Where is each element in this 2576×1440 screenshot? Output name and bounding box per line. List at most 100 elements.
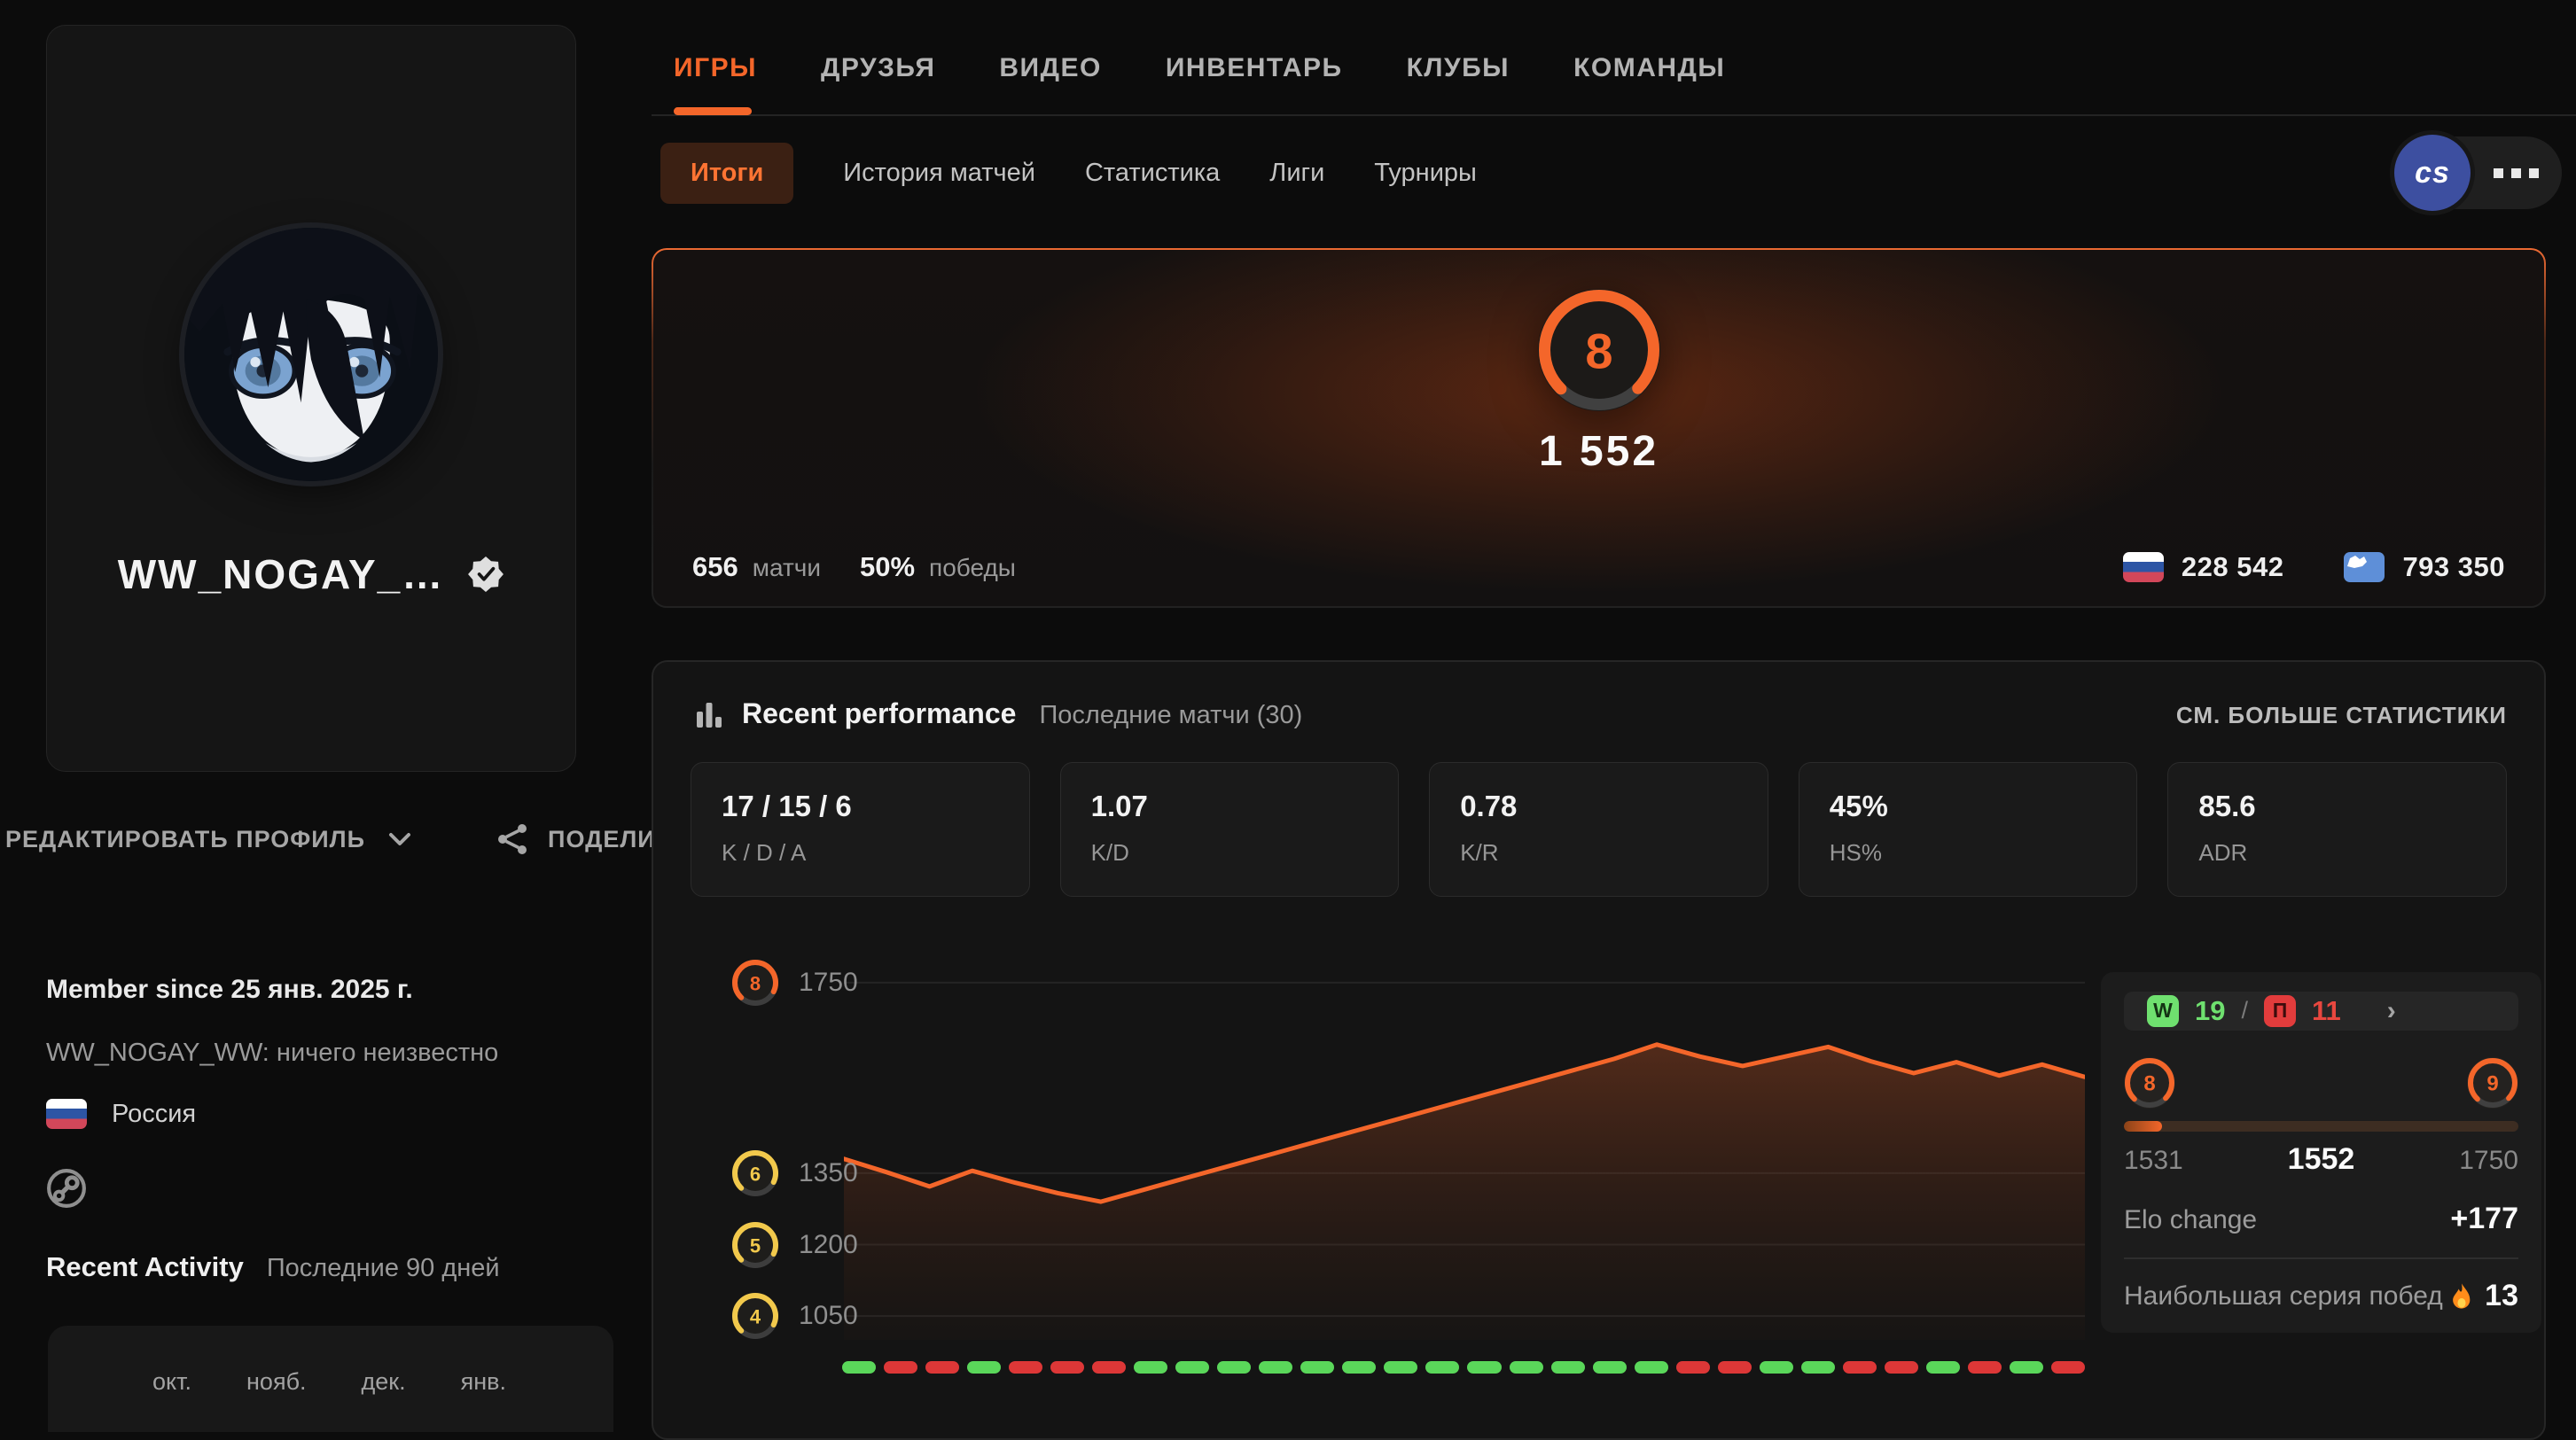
share-icon	[496, 823, 528, 855]
month-label: нояб.	[246, 1368, 307, 1396]
elo-range-row: 1531 1552 1750	[2124, 1142, 2518, 1177]
win-tick	[1300, 1361, 1334, 1374]
loss-tick	[1676, 1361, 1710, 1374]
elo-change-value: +177	[2450, 1202, 2518, 1236]
elo-line-chart	[844, 959, 2085, 1340]
win-tick	[1217, 1361, 1251, 1374]
nav-tab[interactable]: КЛУБЫ	[1407, 53, 1510, 89]
elo-card-footer: 656матчи 50%победы 228 542 793 350	[692, 551, 2505, 583]
level-4-icon: 4	[731, 1292, 779, 1340]
recent-activity-title: Recent Activity	[46, 1251, 244, 1283]
chart-y-tick: 61350	[731, 1149, 858, 1197]
range-min: 1531	[2124, 1146, 2183, 1176]
avatar[interactable]	[184, 228, 438, 481]
sub-nav-tab[interactable]: Турниры	[1374, 159, 1477, 188]
global-rank: 793 350	[2402, 551, 2505, 583]
win-streak-row: Наибольшая серия побед 13	[2124, 1279, 2518, 1313]
stat-card: 17 / 15 / 6K / D / A	[691, 762, 1030, 897]
loss-tick	[1718, 1361, 1752, 1374]
month-label: янв.	[461, 1368, 506, 1396]
wins-count: 19	[2195, 995, 2225, 1027]
loss-tick	[1968, 1361, 2002, 1374]
chart-y-tick: 41050	[731, 1292, 858, 1340]
win-loss-summary-button[interactable]: W 19 / П 11 ›	[2124, 992, 2518, 1031]
profile-actions-row: РЕДАКТИРОВАТЬ ПРОФИЛЬ ПОДЕЛИТЬСЯ	[5, 811, 660, 868]
stat-card: 85.6ADR	[2167, 762, 2507, 897]
region-rank: 228 542	[2182, 551, 2284, 583]
svg-text:9: 9	[2486, 1071, 2498, 1095]
rankings: 228 542 793 350	[2123, 551, 2505, 583]
loss-tick	[1050, 1361, 1084, 1374]
nav-tab[interactable]: ВИДЕО	[999, 53, 1101, 89]
level-5-icon: 5	[731, 1221, 779, 1269]
chart-y-tick: 81750	[731, 959, 858, 1007]
stat-card: 1.07K/D	[1060, 762, 1400, 897]
game-selector-pill: cs	[2394, 136, 2562, 209]
see-more-stats-link[interactable]: СМ. БОЛЬШЕ СТАТИСТИКИ	[2176, 702, 2507, 729]
wins-badge: W	[2147, 995, 2179, 1027]
sub-nav-tabs: Итоги История матчей Статистика Лиги Турниры	[660, 143, 1477, 204]
performance-header: Recent performance Последние матчи (30) …	[653, 662, 2544, 730]
win-tick	[1467, 1361, 1501, 1374]
games-sub-nav: Итоги История матчей Статистика Лиги Турниры…	[652, 133, 2562, 213]
nav-tab[interactable]: ИГРЫ	[674, 53, 757, 89]
verified-badge-icon	[467, 556, 504, 593]
elo-progress-panel: W 19 / П 11 › 8 9 1531 1552 1750 Elo cha…	[2101, 972, 2541, 1333]
main-nav: ИГРЫ ДРУЗЬЯ ВИДЕО ИНВЕНТАРЬ КЛУБЫ КОМАНДЫ	[652, 0, 2576, 116]
sub-nav-tab[interactable]: Статистика	[1085, 159, 1220, 188]
russia-flag-icon	[2123, 552, 2164, 582]
svg-text:8: 8	[2143, 1071, 2155, 1095]
win-tick	[1425, 1361, 1459, 1374]
profile-card: WW_NOGAY_…	[46, 25, 576, 772]
divider	[2124, 1257, 2518, 1259]
nav-tab[interactable]: ИНВЕНТАРЬ	[1166, 53, 1343, 89]
win-tick	[1801, 1361, 1835, 1374]
avatar-image	[184, 228, 438, 481]
level-range-row: 8 9	[2124, 1057, 2518, 1109]
recent-performance-card: Recent performance Последние матчи (30) …	[652, 660, 2546, 1440]
month-label: дек.	[362, 1368, 406, 1396]
win-tick	[1635, 1361, 1668, 1374]
elo-progress-bar	[2124, 1121, 2518, 1132]
edit-profile-button[interactable]: РЕДАКТИРОВАТЬ ПРОФИЛЬ	[5, 826, 365, 853]
share-button[interactable]: ПОДЕЛИТЬСЯ	[496, 823, 660, 855]
bar-chart-icon	[694, 699, 724, 729]
performance-subtitle: Последние матчи (30)	[1039, 701, 1302, 730]
nav-tab[interactable]: ДРУЗЬЯ	[821, 53, 935, 89]
current-level-icon: 8	[2124, 1057, 2175, 1109]
svg-text:8: 8	[750, 972, 761, 994]
elo-value: 1 552	[653, 427, 2544, 476]
loss-tick	[925, 1361, 959, 1374]
sub-nav-tab[interactable]: Лиги	[1269, 159, 1324, 188]
calendar-month-labels: окт. нояб. дек. янв.	[152, 1368, 506, 1396]
current-elo: 1552	[2183, 1142, 2460, 1177]
chevron-down-icon[interactable]	[388, 832, 411, 846]
win-tick	[1551, 1361, 1585, 1374]
nav-tab[interactable]: КОМАНДЫ	[1573, 53, 1725, 89]
win-tick	[1760, 1361, 1793, 1374]
win-loss-ticker	[842, 1361, 2085, 1374]
cs2-game-icon[interactable]: cs	[2394, 135, 2471, 211]
more-options-button[interactable]	[2494, 168, 2539, 178]
losses-count: 11	[2312, 995, 2341, 1027]
europe-region-icon	[2344, 552, 2385, 582]
sub-nav-right: cs	[2394, 136, 2562, 209]
loss-tick	[884, 1361, 917, 1374]
month-label: окт.	[152, 1368, 191, 1396]
activity-calendar-card: окт. нояб. дек. янв.	[48, 1326, 613, 1432]
russia-flag-icon	[46, 1099, 87, 1129]
level-badge: 8	[1538, 289, 1660, 411]
fire-icon	[2449, 1282, 2474, 1311]
stat-cards-row: 17 / 15 / 6K / D / A1.07K/D0.78K/R45%HS%…	[691, 762, 2507, 897]
win-tick	[1593, 1361, 1627, 1374]
sub-nav-tab[interactable]: История матчей	[843, 159, 1035, 188]
performance-title: Recent performance	[742, 697, 1016, 730]
win-tick	[842, 1361, 876, 1374]
username: WW_NOGAY_…	[118, 550, 444, 598]
svg-text:8: 8	[1585, 323, 1612, 379]
chevron-right-icon[interactable]: ›	[2387, 996, 2396, 1026]
matches-stat: 656матчи	[692, 551, 821, 583]
sub-nav-tab[interactable]: Итоги	[660, 143, 793, 204]
loss-tick	[1885, 1361, 1918, 1374]
next-level-icon: 9	[2467, 1057, 2518, 1109]
